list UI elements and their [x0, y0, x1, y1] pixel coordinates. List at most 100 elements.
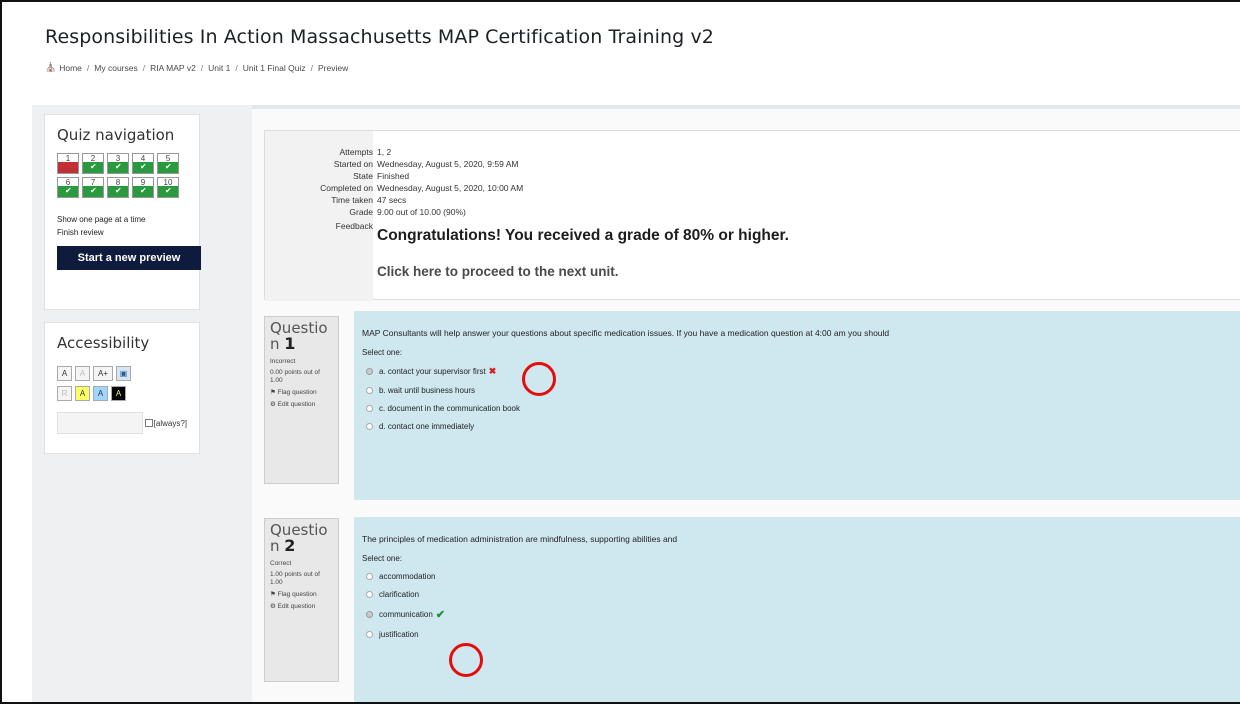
incorrect-cross-icon: ✖	[488, 366, 497, 376]
question-2-state: Correct	[270, 560, 292, 567]
question-1-state: Incorrect	[270, 358, 296, 365]
breadcrumb-my-courses[interactable]: My courses	[94, 63, 137, 73]
summary-label: State	[353, 171, 373, 181]
answer-text: d. contact one immediately	[379, 422, 475, 431]
quiz-nav-question-1[interactable]: 1	[57, 153, 79, 174]
colour-black-button[interactable]: A	[111, 386, 126, 401]
question-2-edit[interactable]: ⚙ Edit question	[270, 603, 333, 611]
save-setting-row: [always?]	[57, 412, 187, 434]
answer-radio[interactable]	[366, 611, 373, 618]
question-1-content: MAP Consultants will help answer your qu…	[354, 311, 1240, 500]
question-1-flag[interactable]: ⚑ Flag question	[270, 389, 333, 397]
answer-radio[interactable]	[366, 387, 373, 394]
quiz-nav-question-3[interactable]: 3	[107, 153, 129, 174]
answer-option[interactable]: clarification	[362, 590, 1234, 599]
answer-option[interactable]: b. wait until business hours	[362, 386, 1234, 395]
summary-label: Started on	[333, 159, 373, 169]
finish-review-link[interactable]: Finish review	[57, 228, 104, 237]
colour-scheme-buttons: R A A A	[57, 386, 187, 401]
always-checkbox[interactable]	[144, 419, 153, 427]
breadcrumb: ⛪ Home / My courses / RIA MAP v2/ Unit 1/ …	[45, 62, 349, 73]
quiz-navigation-grid: 12345 678910	[57, 153, 187, 198]
summary-value: 1, 2	[377, 147, 392, 157]
flag-icon: ⚑	[270, 389, 276, 396]
colour-yellow-button[interactable]: A	[75, 386, 90, 401]
summary-label: Time taken	[331, 195, 373, 205]
quiz-nav-question-2[interactable]: 2	[82, 153, 104, 174]
font-decrease-button[interactable]: A	[57, 366, 72, 381]
question-2-heading: Questio n 2	[270, 521, 328, 555]
next-unit-link[interactable]: Click here to proceed to the next unit.	[377, 264, 619, 279]
answer-radio[interactable]	[366, 405, 373, 412]
answer-text: communication	[379, 610, 433, 619]
summary-value: 47 secs	[377, 195, 407, 205]
correct-status-bar	[158, 186, 178, 197]
answer-option[interactable]: communication ✔	[362, 608, 1234, 621]
answer-radio[interactable]	[366, 631, 373, 638]
quiz-nav-question-4[interactable]: 4	[132, 153, 154, 174]
feedback-label: Feedback	[335, 221, 373, 231]
font-increase-button[interactable]: A+	[93, 366, 113, 381]
home-icon: ⛪	[45, 62, 57, 72]
answer-option[interactable]: accommodation	[362, 572, 1234, 581]
summary-value: Wednesday, August 5, 2020, 9:59 AM	[377, 159, 519, 169]
answer-option[interactable]: a. contact your supervisor first ✖	[362, 366, 1234, 377]
correct-status-bar	[83, 186, 103, 197]
question-2-flag[interactable]: ⚑ Flag question	[270, 591, 333, 599]
breadcrumb-preview: Preview	[317, 62, 349, 73]
answer-radio[interactable]	[366, 423, 373, 430]
colour-reset-button[interactable]: R	[57, 386, 72, 401]
save-settings-icon[interactable]: ▣	[116, 366, 131, 381]
question-2-points: 1.00 points out of 1.00	[270, 571, 320, 586]
answer-radio[interactable]	[366, 368, 373, 375]
correct-status-bar	[108, 186, 128, 197]
question-1-heading: Questio n 1	[270, 319, 328, 353]
colour-blue-button[interactable]: A	[93, 386, 108, 401]
flag-icon: ⚑	[270, 591, 276, 598]
question-1-points: 0.00 points out of 1.00	[270, 369, 320, 384]
quiz-nav-question-10[interactable]: 10	[157, 177, 179, 198]
answer-option[interactable]: d. contact one immediately	[362, 422, 1234, 431]
page-title: Responsibilities In Action Massachusetts…	[45, 26, 714, 48]
answer-radio[interactable]	[366, 591, 373, 598]
question-2-info: Questio n 2 Correct 1.00 points out of 1.…	[264, 518, 339, 682]
gear-icon: ⚙	[270, 401, 276, 408]
quiz-nav-question-5[interactable]: 5	[157, 153, 179, 174]
quiz-nav-question-8[interactable]: 8	[107, 177, 129, 198]
answer-option[interactable]: justification	[362, 630, 1234, 639]
question-2-text: The principles of medication administrat…	[362, 534, 678, 544]
start-new-preview-button[interactable]: Start a new preview	[57, 246, 201, 270]
answer-radio[interactable]	[366, 573, 373, 580]
save-setting-button[interactable]	[57, 412, 143, 434]
quiz-nav-question-6[interactable]: 6	[57, 177, 79, 198]
question-1-text: MAP Consultants will help answer your qu…	[362, 328, 890, 338]
question-1-edit[interactable]: ⚙ Edit question	[270, 401, 333, 409]
annotation-circle-correct	[449, 643, 483, 677]
correct-check-icon: ✔	[435, 609, 446, 621]
breadcrumb-quiz[interactable]: Unit 1 Final Quiz	[243, 63, 306, 73]
quiz-nav-question-7[interactable]: 7	[82, 177, 104, 198]
breadcrumb-home[interactable]: Home	[59, 63, 82, 73]
quiz-navigation-block: Quiz navigation 12345 678910 Show one pag…	[44, 114, 201, 310]
correct-status-bar	[58, 186, 78, 197]
answer-text: clarification	[379, 590, 420, 599]
question-2-select-label: Select one:	[362, 554, 403, 563]
attempt-summary: Attempts 1, 2 Started on Wednesday, August …	[264, 130, 1240, 301]
quiz-nav-question-9[interactable]: 9	[132, 177, 154, 198]
feedback-text: Congratulations! You received a grade of…	[377, 227, 789, 244]
accessibility-title: Accessibility	[57, 334, 150, 352]
accessibility-block: Accessibility A A A+ ▣ R A A A [always?]	[44, 322, 200, 454]
breadcrumb-unit[interactable]: Unit 1	[208, 63, 230, 73]
answer-text: c. document in the communication book	[379, 404, 520, 413]
font-reset-button[interactable]: A	[75, 366, 90, 381]
show-one-page-link[interactable]: Show one page at a time	[57, 215, 146, 224]
answer-text: accommodation	[379, 572, 436, 581]
answer-option[interactable]: c. document in the communication book	[362, 404, 1234, 413]
always-option[interactable]: [always?]	[144, 419, 187, 428]
question-2-content: The principles of medication administrat…	[354, 517, 1240, 702]
answer-text: b. wait until business hours	[379, 386, 476, 395]
correct-status-bar	[158, 162, 178, 173]
annotation-circle-incorrect	[522, 362, 556, 396]
breadcrumb-course[interactable]: RIA MAP v2	[150, 63, 196, 73]
correct-status-bar	[133, 186, 153, 197]
